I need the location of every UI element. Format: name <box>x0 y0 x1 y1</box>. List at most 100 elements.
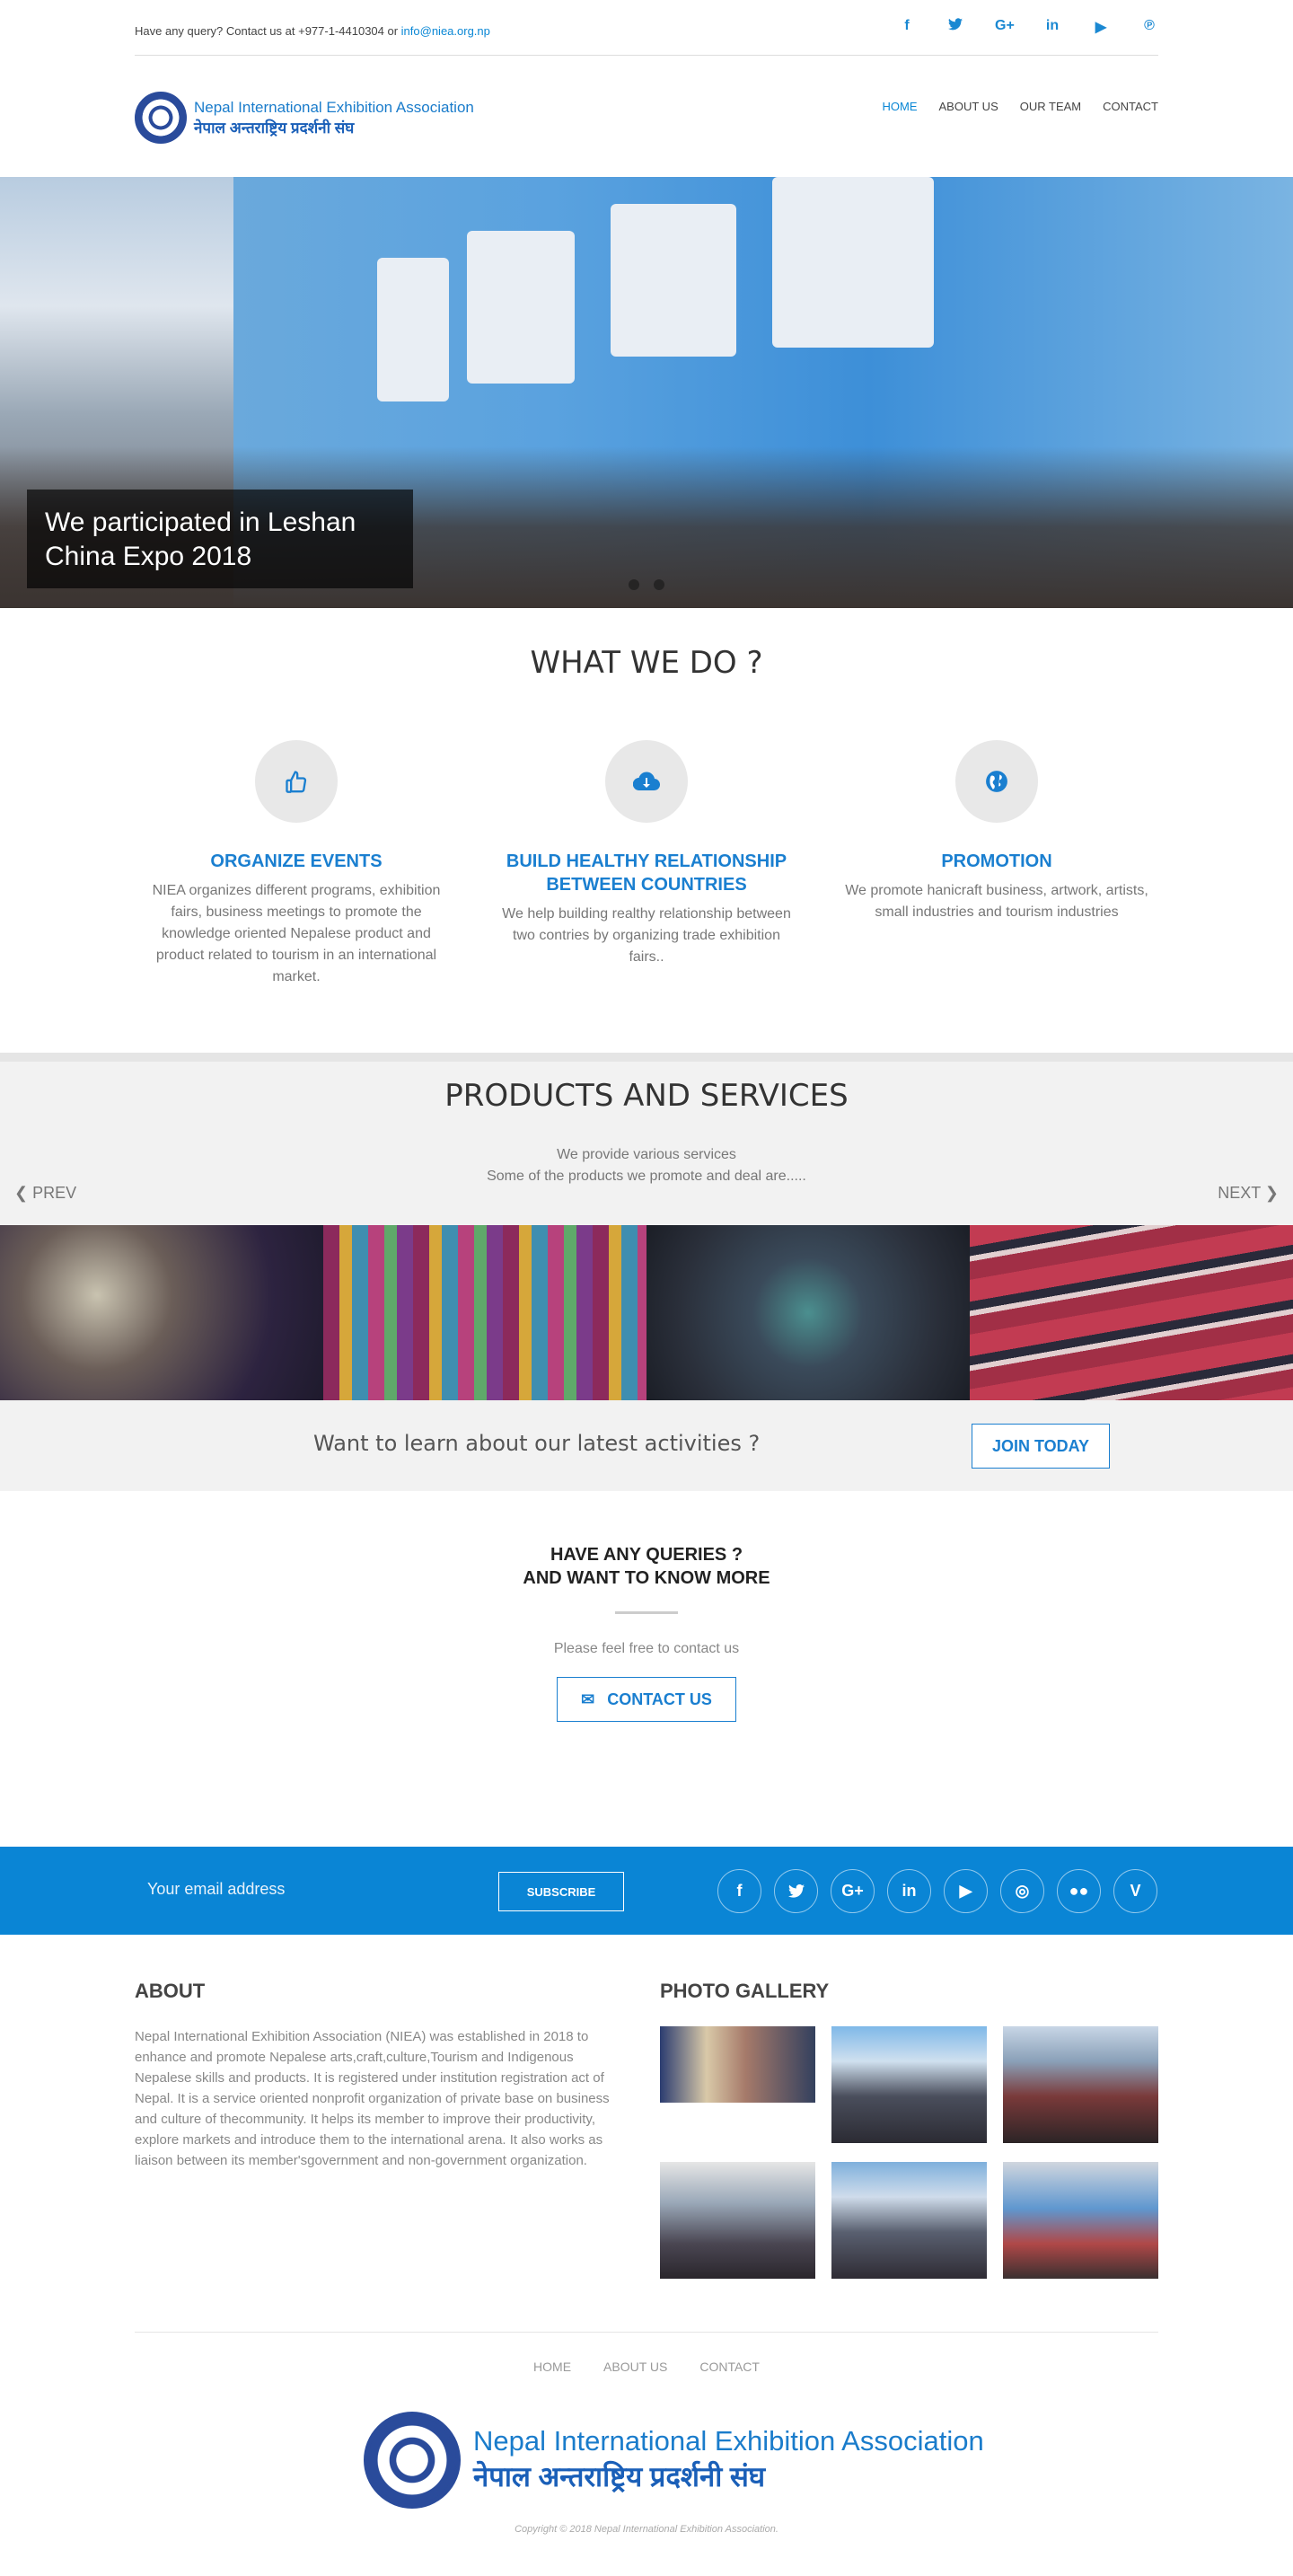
feature-title: PROMOTION <box>941 851 1052 871</box>
join-today-button[interactable]: JOIN TODAY <box>972 1424 1110 1469</box>
globe-icon <box>955 740 1038 823</box>
email-link[interactable]: info@niea.org.np <box>401 24 490 38</box>
footer-social-links: f G+ in ▶ ◎ ●● V <box>717 1869 1157 1913</box>
header-social-links: f G+ in ▶ ℗ <box>898 18 1158 36</box>
what-we-do-title: WHAT WE DO ? <box>530 645 763 681</box>
feature-organize-events: ORGANIZE EVENTS NIEA organizes different… <box>135 740 458 988</box>
queries-heading-line: HAVE ANY QUERIES ? <box>550 1545 743 1565</box>
logo-emblem-icon <box>135 92 187 144</box>
nav-about-us[interactable]: ABOUT US <box>939 100 998 113</box>
gallery-photo[interactable] <box>660 2026 815 2103</box>
top-bar: Have any query? Contact us at +977-1-441… <box>135 0 1158 56</box>
feature-text: We help building realthy relationship be… <box>502 906 791 965</box>
footer-logo[interactable]: Nepal International Exhibition Associati… <box>364 2412 984 2509</box>
facebook-icon[interactable]: f <box>898 18 916 36</box>
slider-dots <box>629 579 664 590</box>
flickr-icon[interactable]: ●● <box>1057 1869 1101 1913</box>
feature-build-relationship: BUILD HEALTHY RELATIONSHIP BETWEEN COUNT… <box>485 740 808 968</box>
feature-title: ORGANIZE EVENTS <box>210 851 383 871</box>
youtube-icon[interactable]: ▶ <box>944 1869 988 1913</box>
slider-dot[interactable] <box>629 579 639 590</box>
query-text: Have any query? Contact us at +977-1-441… <box>135 24 401 38</box>
google-plus-icon[interactable]: G+ <box>831 1869 875 1913</box>
linkedin-icon[interactable]: in <box>1043 18 1061 36</box>
products-subtitle: We provide various services Some of the … <box>0 1144 1293 1187</box>
footer-nav-contact[interactable]: CONTACT <box>699 2360 760 2374</box>
pinterest-icon[interactable]: ℗ <box>1140 18 1158 36</box>
contact-us-button[interactable]: ✉ CONTACT US <box>557 1677 736 1722</box>
footer-nav: HOME ABOUT US CONTACT <box>0 2360 1293 2374</box>
queries-heading-line: AND WANT TO KNOW MORE <box>523 1568 770 1588</box>
prev-label: PREV <box>32 1184 77 1202</box>
products-carousel <box>0 1225 1293 1400</box>
queries-heading: HAVE ANY QUERIES ? AND WANT TO KNOW MORE <box>0 1543 1293 1590</box>
footer-logo-text: Nepal International Exhibition Associati… <box>473 2425 984 2495</box>
logo-name-en: Nepal International Exhibition Associati… <box>473 2425 984 2457</box>
gallery-photo[interactable] <box>831 2026 987 2143</box>
hero-slider[interactable]: We participated in Leshan China Expo 201… <box>0 177 1293 608</box>
products-subtitle-line: We provide various services <box>557 1147 736 1162</box>
footer-nav-home[interactable]: HOME <box>533 2360 571 2374</box>
gallery-photo[interactable] <box>1003 2162 1158 2279</box>
product-image-jewelry[interactable] <box>0 1225 323 1400</box>
logo-text: Nepal International Exhibition Associati… <box>194 99 474 137</box>
prev-button[interactable]: ❮ PREV <box>14 1184 76 1203</box>
footer-nav-about-us[interactable]: ABOUT US <box>603 2360 667 2374</box>
instagram-icon[interactable]: ◎ <box>1000 1869 1044 1913</box>
next-button[interactable]: NEXT ❯ <box>1218 1184 1279 1203</box>
queries-section: HAVE ANY QUERIES ? AND WANT TO KNOW MORE… <box>0 1543 1293 1722</box>
product-image-scarves[interactable] <box>323 1225 646 1400</box>
cloud-download-icon <box>605 740 688 823</box>
divider <box>615 1611 678 1614</box>
hero-sign <box>772 177 934 348</box>
gallery-photo[interactable] <box>660 2162 815 2279</box>
queries-text: Please feel free to contact us <box>553 1641 740 1656</box>
next-label: NEXT <box>1218 1184 1261 1202</box>
products-subtitle-line: Some of the products we promote and deal… <box>487 1169 806 1184</box>
email-input[interactable] <box>147 1880 471 1899</box>
about-title: ABOUT <box>135 1980 206 2002</box>
logo-name-np: नेपाल अन्तराष्ट्रिय प्रदर्शनी संघ <box>473 2461 766 2492</box>
footer-divider <box>135 2332 1158 2333</box>
gallery-photo[interactable] <box>1003 2026 1158 2143</box>
logo-name-np: नेपाल अन्तराष्ट्रिय प्रदर्शनी संघ <box>194 119 355 137</box>
hero-sign <box>467 231 575 384</box>
feature-title: BUILD HEALTHY RELATIONSHIP BETWEEN COUNT… <box>506 851 787 895</box>
contact-us-label: CONTACT US <box>607 1689 712 1708</box>
chevron-left-icon: ❮ <box>14 1184 33 1202</box>
gallery-title: PHOTO GALLERY <box>660 1980 830 2002</box>
subscribe-button[interactable]: SUBSCRIBE <box>498 1872 624 1911</box>
subscribe-bar: SUBSCRIBE f G+ in ▶ ◎ ●● V <box>0 1847 1293 1935</box>
google-plus-icon[interactable]: G+ <box>995 18 1015 36</box>
linkedin-icon[interactable]: in <box>887 1869 931 1913</box>
feature-promotion: PROMOTION We promote hanicraft business,… <box>835 740 1158 923</box>
site-logo[interactable]: Nepal International Exhibition Associati… <box>135 92 474 144</box>
hero-sign <box>611 204 736 357</box>
nav-our-team[interactable]: OUR TEAM <box>1020 100 1081 113</box>
facebook-icon[interactable]: f <box>717 1869 761 1913</box>
hero-sign <box>377 258 449 401</box>
site-header: Nepal International Exhibition Associati… <box>135 56 1158 177</box>
logo-name-en: Nepal International Exhibition Associati… <box>194 98 474 116</box>
products-title: PRODUCTS AND SERVICES <box>444 1078 849 1114</box>
feature-text: NIEA organizes different programs, exhib… <box>152 883 441 984</box>
twitter-icon[interactable] <box>946 18 964 36</box>
products-section: PRODUCTS AND SERVICES We provide various… <box>0 1053 1293 1225</box>
youtube-icon[interactable]: ▶ <box>1092 18 1110 36</box>
twitter-icon[interactable] <box>774 1869 818 1913</box>
thumbs-up-icon <box>255 740 338 823</box>
slider-dot[interactable] <box>654 579 664 590</box>
feature-text: We promote hanicraft business, artwork, … <box>845 883 1148 920</box>
gallery-photo[interactable] <box>831 2162 987 2279</box>
about-text: Nepal International Exhibition Associati… <box>135 2029 610 2168</box>
vimeo-icon[interactable]: V <box>1113 1869 1157 1913</box>
nav-home[interactable]: HOME <box>883 100 918 113</box>
product-image-textiles[interactable] <box>970 1225 1293 1400</box>
copyright: Copyright © 2018 Nepal International Exh… <box>515 2524 778 2535</box>
join-text: Want to learn about our latest activitie… <box>313 1431 761 1456</box>
nav-contact[interactable]: CONTACT <box>1103 100 1158 113</box>
logo-emblem-icon <box>364 2412 461 2509</box>
join-banner: Want to learn about our latest activitie… <box>0 1400 1293 1491</box>
product-image-statues[interactable] <box>646 1225 970 1400</box>
contact-info: Have any query? Contact us at +977-1-441… <box>135 24 490 38</box>
